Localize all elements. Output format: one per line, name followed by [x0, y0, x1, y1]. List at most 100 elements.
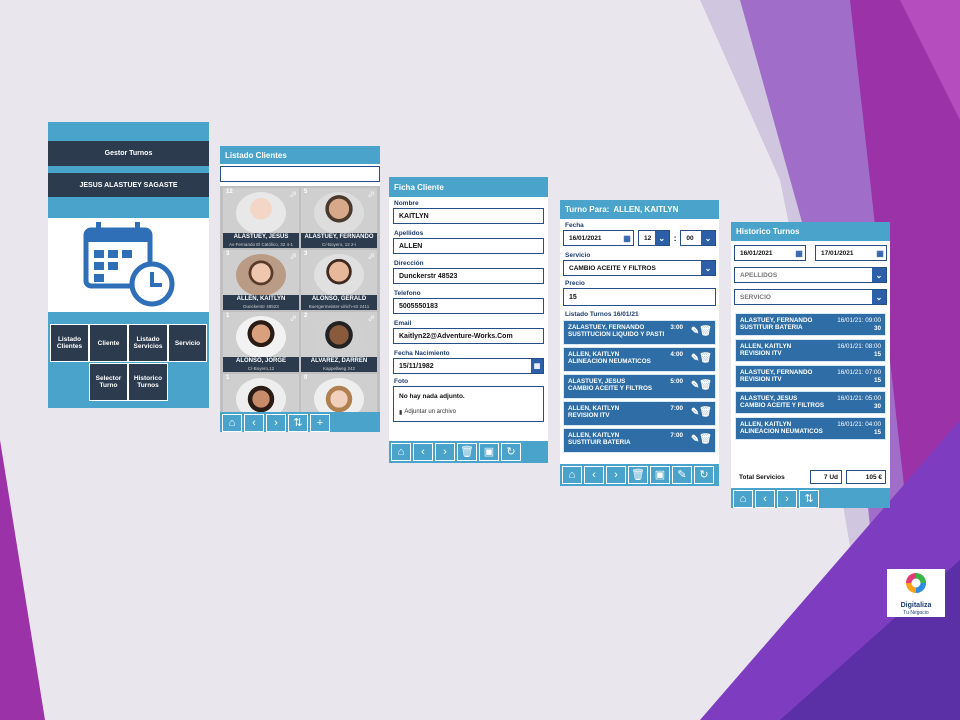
- menu-historico-turnos[interactable]: Historico Turnos: [128, 363, 168, 401]
- photo-empty-text: No hay nada adjunto.: [399, 393, 465, 400]
- save-icon[interactable]: ▣: [650, 466, 670, 484]
- refresh-icon[interactable]: ↻: [694, 466, 714, 484]
- birthdate-value: 15/11/1982: [399, 362, 434, 370]
- turn-list-item[interactable]: ALLEN, KAITLYN SUSTITUIR BATERIA 7:00 ✎🗑: [563, 428, 716, 453]
- main-screen: Gestor Turnos JESUS ALASTUEY SAGASTE Lis…: [48, 122, 209, 408]
- client-card[interactable]: 3 ⬀ ALLEN, KAITLYN Dunckerstr 48523: [223, 250, 299, 310]
- expand-icon[interactable]: ⬀: [367, 251, 375, 262]
- history-from-date[interactable]: 16/01/2021 ▦: [734, 245, 806, 261]
- home-icon[interactable]: ⌂: [222, 414, 242, 432]
- save-icon[interactable]: ▣: [479, 443, 499, 461]
- chevron-right-icon[interactable]: ›: [606, 466, 626, 484]
- menu-servicio[interactable]: Servicio: [168, 324, 207, 362]
- turn-list-item[interactable]: ALLEN, KAITLYN REVISION ITV 7:00 ✎🗑: [563, 401, 716, 426]
- chevron-down-icon[interactable]: ⌄: [700, 231, 715, 245]
- chevron-right-icon[interactable]: ›: [266, 414, 286, 432]
- home-icon[interactable]: ⌂: [391, 443, 411, 461]
- client-photo: [314, 192, 364, 234]
- home-icon[interactable]: ⌂: [562, 466, 582, 484]
- chevron-right-icon[interactable]: ›: [435, 443, 455, 461]
- edit-icon[interactable]: ✎: [672, 466, 692, 484]
- hour-select[interactable]: 12 ⌄: [638, 230, 670, 246]
- chevron-down-icon[interactable]: ⌄: [872, 290, 886, 304]
- address-field[interactable]: Dunckerstr 48523: [393, 268, 544, 284]
- user-name: JESUS ALASTUEY SAGASTE: [48, 173, 209, 197]
- calendar-icon[interactable]: ▦: [621, 231, 634, 245]
- service-filter-select[interactable]: SERVICIO ⌄: [734, 289, 887, 305]
- history-row[interactable]: ALLEN, KAITLYN REVISION ITV 16/01/21: 08:…: [735, 339, 886, 362]
- service-select[interactable]: CAMBIO ACEITE Y FILTROS ⌄: [563, 260, 716, 276]
- price-field[interactable]: 15: [563, 288, 716, 306]
- chevron-left-icon[interactable]: ‹: [584, 466, 604, 484]
- clients-search-input[interactable]: [220, 166, 380, 182]
- birthdate-field[interactable]: 15/11/1982 ▦: [393, 358, 544, 374]
- history-row[interactable]: ALASTUEY, JESUS CAMBIO ACEITE Y FILTROS 1…: [735, 391, 886, 414]
- trash-icon[interactable]: 🗑: [628, 466, 648, 484]
- chevron-down-icon[interactable]: ⌄: [654, 231, 669, 245]
- trash-icon[interactable]: 🗑: [457, 443, 477, 461]
- history-row[interactable]: ALASTUEY, FERNANDO SUSTITUIR BATERIA 16/0…: [735, 313, 886, 336]
- brand-logo-line1: Digitaliza: [900, 602, 932, 609]
- history-screen: Historico Turnos 16/01/2021 ▦ 17/01/2021 ▦…: [731, 222, 890, 508]
- history-row[interactable]: ALASTUEY, FERNANDO REVISION ITV 16/01/21:…: [735, 365, 886, 388]
- expand-icon[interactable]: ⬀: [289, 313, 297, 324]
- surname-field[interactable]: ALLEN: [393, 238, 544, 254]
- turn-list-item[interactable]: ALASTUEY, JESUS CAMBIO ACEITE Y FILTROS 5…: [563, 374, 716, 399]
- home-icon[interactable]: ⌂: [733, 490, 753, 508]
- email-field[interactable]: Kaitlyn22@Adventure-Works.Com: [393, 328, 544, 344]
- surname-filter-select[interactable]: APELLIDOS ⌄: [734, 267, 887, 283]
- clients-list-screen: Listado Clientes 12 ⬀ ALASTUEY, JESUS Av-F…: [220, 146, 380, 432]
- field-label: Fecha Nacimiento: [394, 350, 450, 357]
- client-card[interactable]: 5 ⬀ ALASTUEY, FERNANDO C/-Boyero, 12 2-i: [301, 188, 377, 248]
- calendar-clock-icon: [48, 218, 209, 312]
- chevron-down-icon[interactable]: ⌄: [701, 261, 715, 275]
- field-label: Email: [394, 320, 412, 327]
- expand-icon[interactable]: ⬀: [367, 313, 375, 324]
- total-amount: 105 €: [846, 470, 886, 484]
- edit-delete-icons[interactable]: ✎🗑: [691, 407, 712, 418]
- calendar-icon[interactable]: ▦: [874, 246, 886, 260]
- turn-title-client: ALLEN, KAITLYN: [613, 205, 679, 214]
- turn-list-item[interactable]: ZALASTUEY, FERNANDO SUSTITUCION LIQUIDO Y…: [563, 320, 716, 345]
- attach-file-link[interactable]: ▮ Adjuntar un archivo: [399, 409, 456, 416]
- edit-delete-icons[interactable]: ✎🗑: [691, 353, 712, 364]
- client-photo: [236, 254, 286, 296]
- phone-field[interactable]: 5005550183: [393, 298, 544, 314]
- minute-select[interactable]: 00 ⌄: [680, 230, 716, 246]
- turn-list-item[interactable]: ALLEN, KAITLYN ALINEACION NEUMATICOS 4:00…: [563, 347, 716, 372]
- client-form-toolbar: ⌂ ‹ › 🗑 ▣ ↻: [389, 441, 548, 463]
- calendar-icon[interactable]: ▦: [793, 246, 805, 260]
- chevron-left-icon[interactable]: ‹: [755, 490, 775, 508]
- client-card[interactable]: 1 ⬀ ALONSO, JORGE C/-Boyero,12: [223, 312, 299, 372]
- client-card[interactable]: 2 ⬀ ALVAREZ, DARREN Kappellweg 242: [301, 312, 377, 372]
- chevron-left-icon[interactable]: ‹: [413, 443, 433, 461]
- history-row[interactable]: ALLEN, KAITLYN ALINEACION NEUMATICOS 16/0…: [735, 417, 886, 440]
- name-field[interactable]: KAITLYN: [393, 208, 544, 224]
- expand-icon[interactable]: ⬀: [289, 251, 297, 262]
- sort-icon[interactable]: ⇅: [288, 414, 308, 432]
- expand-icon[interactable]: ⬀: [289, 189, 297, 200]
- chevron-left-icon[interactable]: ‹: [244, 414, 264, 432]
- client-card[interactable]: 3 ⬀ ALONSO, GERALD Buergermeister-ulrich-s…: [301, 250, 377, 310]
- price-label: Precio: [565, 280, 585, 287]
- menu-listado-servicios[interactable]: Listado Servicios: [128, 324, 168, 362]
- menu-listado-clientes[interactable]: Listado Clientes: [50, 324, 89, 362]
- calendar-icon[interactable]: ▦: [531, 359, 543, 373]
- edit-delete-icons[interactable]: ✎🗑: [691, 434, 712, 445]
- attach-file-label: Adjuntar un archivo: [404, 409, 457, 415]
- menu-cliente[interactable]: Cliente: [89, 324, 128, 362]
- turn-date-field[interactable]: 16/01/2021 ▦: [563, 230, 635, 246]
- edit-delete-icons[interactable]: ✎🗑: [691, 326, 712, 337]
- chevron-down-icon[interactable]: ⌄: [872, 268, 886, 282]
- photo-attachment-box[interactable]: No hay nada adjunto. ▮ Adjuntar un archiv…: [393, 386, 544, 422]
- expand-icon[interactable]: ⬀: [367, 189, 375, 200]
- chevron-right-icon[interactable]: ›: [777, 490, 797, 508]
- history-to-date[interactable]: 17/01/2021 ▦: [815, 245, 887, 261]
- menu-selector-turno[interactable]: Selector Turno: [89, 363, 128, 401]
- add-icon[interactable]: +: [310, 414, 330, 432]
- client-card[interactable]: 12 ⬀ ALASTUEY, JESUS Av-Fernando El Católi…: [223, 188, 299, 248]
- field-label: Telefono: [394, 290, 421, 297]
- sort-icon[interactable]: ⇅: [799, 490, 819, 508]
- edit-delete-icons[interactable]: ✎🗑: [691, 380, 712, 391]
- refresh-icon[interactable]: ↻: [501, 443, 521, 461]
